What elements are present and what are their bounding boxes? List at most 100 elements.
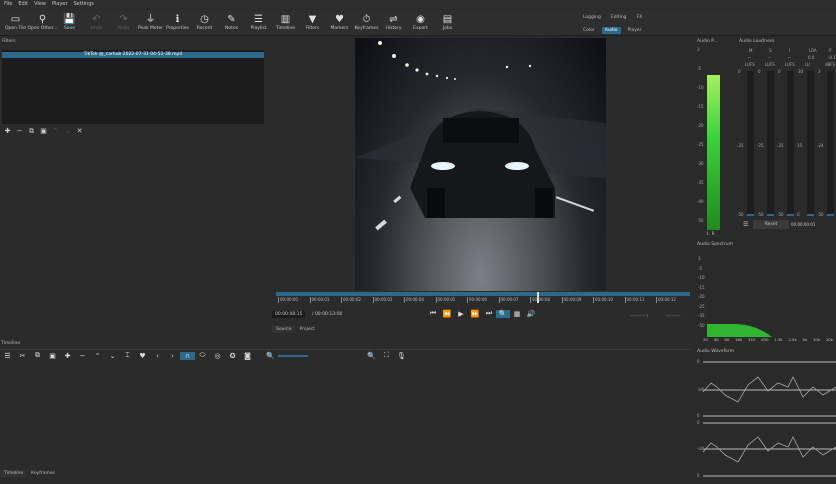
toolbar-button-notes[interactable]: ✎ Notes [218, 10, 245, 35]
split-icon[interactable]: ⌶ [120, 351, 135, 360]
paste-filter-button[interactable]: ▣ [38, 127, 49, 136]
reset-button[interactable]: Reset [753, 220, 789, 229]
copy-filter-button[interactable]: ⧉ [26, 127, 37, 136]
loudness-top: 30 [798, 69, 804, 74]
loudness-meter-m [747, 71, 754, 216]
toolbar-button-save[interactable]: 💾 Save [56, 10, 83, 35]
workspace-audio[interactable]: Audio [601, 27, 621, 34]
zoom-slider[interactable] [278, 354, 308, 357]
loudness-menu-icon[interactable]: ☰ [743, 221, 748, 228]
export-icon: ◉ [416, 14, 425, 25]
out-point: --:--:--:-- [665, 313, 681, 318]
ripple-markers-icon[interactable]: ◙ [240, 352, 255, 360]
deselect-filter-button[interactable]: ✕ [74, 127, 85, 136]
copy-icon[interactable]: ⧉ [30, 351, 45, 360]
position-field[interactable]: 00:00:08:15 [272, 311, 306, 318]
loudness-unit: LUFS [745, 62, 755, 67]
filter-list[interactable]: TikTok @_carhub 2022-07-31 04-52-38.mp4 [2, 50, 264, 124]
waveform-label: 0 [697, 420, 700, 425]
toolbar-button-timeline[interactable]: ▥ Timeline [272, 10, 299, 35]
loudness-meter-s [767, 71, 774, 216]
zoom-in-icon[interactable]: 🔍 [364, 352, 379, 360]
tab-project[interactable]: Project [295, 326, 318, 333]
toolbar-button-markers[interactable]: ♥ Markers [326, 10, 353, 35]
loudness-unit: LUFS [765, 62, 775, 67]
menu-player[interactable]: Player [52, 1, 68, 8]
peak-scale-label: 3 [697, 47, 700, 52]
skip-previous-button[interactable]: ⏮ [426, 309, 440, 318]
toolbar-button-peak-meter[interactable]: ⏚ Peak Meter [137, 10, 164, 35]
volume-icon[interactable]: 🔊 [524, 310, 538, 318]
workspace-fx[interactable]: FX [634, 14, 646, 21]
toolbar-button-redo[interactable]: ↷ Redo [110, 10, 137, 35]
toolbar-button-recent[interactable]: ◷ Recent [191, 10, 218, 35]
skip-next-button[interactable]: ⏭ [482, 309, 496, 318]
toolbar-button-undo[interactable]: ↶ Undo [83, 10, 110, 35]
spectrum-freq-label: 80 [724, 337, 730, 342]
ruler-tick: 00:00:11 [624, 297, 645, 303]
move-down-button[interactable]: ⌄ [62, 127, 73, 136]
zoom-out-icon[interactable]: 🔍 [263, 352, 278, 360]
workspace-color[interactable]: Color [580, 27, 598, 34]
zoom-icon[interactable]: 🔍 [496, 309, 510, 318]
timeline-icon: ▥ [280, 14, 291, 25]
toolbar-button-open-other[interactable]: ⚲ Open Other... [27, 10, 58, 35]
toolbar-button-playlist[interactable]: ☰ Playlist [245, 10, 272, 35]
spectrum-scale-label: -5 [698, 265, 702, 271]
peak-meter-bar [707, 75, 720, 230]
grid-icon[interactable]: ▦ [510, 310, 524, 318]
toolbar-button-filters[interactable]: ▼ Filters [299, 10, 326, 35]
player-scrubber[interactable]: 00:00:00 00:00:01 00:00:02 00:00:03 00:00:04… [276, 292, 690, 304]
record-audio-icon[interactable]: 🎙 [394, 352, 409, 360]
snap-icon[interactable]: ∩ [180, 351, 195, 360]
add-filter-button[interactable]: ✚ [2, 127, 13, 136]
spectrum-freq-label: 160 [735, 337, 743, 342]
menu-edit[interactable]: Edit [18, 1, 28, 8]
spectrum-scale-label: -35 [698, 313, 705, 318]
tab-source[interactable]: Source [272, 326, 296, 333]
paste-icon[interactable]: ▣ [45, 352, 60, 360]
toolbar-button-properties[interactable]: ℹ Properties [164, 10, 191, 35]
ruler-tick: 00:00:00 [278, 297, 298, 303]
timeline-menu-icon[interactable]: ☰ [0, 352, 15, 360]
lift-icon[interactable]: ⌃ [90, 352, 105, 360]
menu-view[interactable]: View [34, 1, 46, 8]
duration-label: / 00:00:13:00 [312, 312, 343, 317]
toolbar-button-jobs[interactable]: ▤ Jobs [434, 10, 461, 35]
tab-keyframes[interactable]: Keyframes [27, 470, 59, 477]
scrub-icon[interactable]: ⬭ [195, 351, 210, 360]
tab-timeline[interactable]: Timeline [0, 470, 28, 477]
play-button[interactable]: ▶ [454, 310, 468, 318]
toolbar-label: Open Other... [27, 26, 58, 31]
next-marker-icon[interactable]: › [165, 352, 180, 360]
toolbar-button-open-file[interactable]: ▭ Open File [2, 10, 29, 35]
move-up-button[interactable]: ⌃ [50, 127, 61, 136]
ripple-all-icon[interactable]: ✪ [225, 352, 240, 360]
toolbar-button-export[interactable]: ◉ Export [407, 10, 434, 35]
marker-icon[interactable]: ♥ [135, 352, 150, 360]
ripple-icon[interactable]: ◎ [210, 352, 225, 360]
car-video-frame [355, 41, 606, 231]
workspace-player[interactable]: Player [625, 27, 645, 34]
previous-marker-icon[interactable]: ‹ [150, 352, 165, 360]
remove-filter-button[interactable]: − [14, 127, 25, 136]
rewind-button[interactable]: ⏪ [440, 310, 454, 318]
workspace-editing[interactable]: Editing [608, 14, 630, 21]
remove-icon[interactable]: − [75, 352, 90, 360]
toolbar-button-history[interactable]: ⇌ History [380, 10, 407, 35]
video-preview[interactable] [355, 38, 606, 291]
spectrum-scale-label: -25 [698, 303, 705, 309]
ruler-tick: 00:00:10 [593, 297, 613, 303]
overwrite-icon[interactable]: ⌄ [105, 352, 120, 360]
cut-icon[interactable]: ✂ [15, 352, 30, 360]
peak-scale-label: -35 [697, 180, 704, 185]
spectrum-freq-label: 40 [713, 337, 719, 342]
toolbar-button-keyframes[interactable]: ⏱ Keyframes [353, 10, 380, 35]
zoom-fit-icon[interactable]: ⛶ [379, 351, 394, 360]
workspace-logging[interactable]: Logging [580, 14, 604, 21]
append-icon[interactable]: ✚ [60, 352, 75, 360]
menu-file[interactable]: File [4, 1, 12, 8]
clip-name[interactable]: TikTok @_carhub 2022-07-31 04-52-38.mp4 [2, 52, 264, 58]
fast-forward-button[interactable]: ⏩ [468, 310, 482, 318]
menu-settings[interactable]: Settings [74, 1, 95, 8]
